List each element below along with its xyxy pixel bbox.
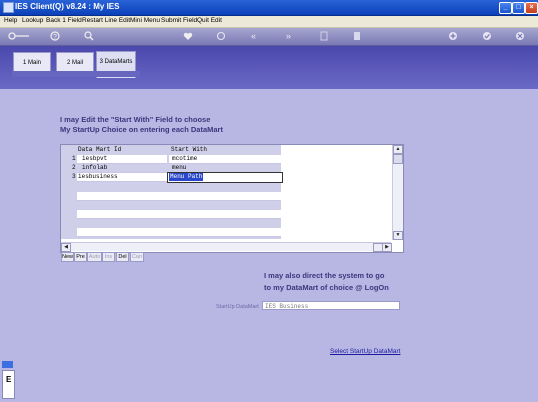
refresh-icon[interactable]	[216, 31, 226, 41]
table-row[interactable]: iesbpvt	[77, 155, 167, 164]
empty-row[interactable]	[77, 228, 281, 237]
menu-quit-edit[interactable]: Quit Edit	[197, 17, 222, 24]
empty-row[interactable]	[77, 192, 281, 201]
scroll-right-icon[interactable]: ▶	[382, 243, 392, 252]
key-icon[interactable]	[8, 32, 30, 40]
column-header-start-with: Start With	[171, 146, 208, 153]
menu-mini-menu[interactable]: Mini Menu	[130, 17, 160, 24]
clipboard-icon[interactable]	[353, 31, 361, 41]
info-text-line-2: My StartUp Choice on entering each DataM…	[60, 125, 223, 134]
menu-help[interactable]: Help	[4, 17, 17, 24]
close-window-button[interactable]: ×	[525, 2, 538, 14]
startup-datamart-label: StartUp DataMart	[216, 304, 259, 310]
cancel-button[interactable]: Can	[130, 252, 144, 262]
menu-lookup[interactable]: Lookup	[22, 17, 43, 24]
empty-row[interactable]	[77, 210, 281, 219]
side-panel-label: E	[6, 375, 12, 384]
cell-start-with: mcotime	[172, 155, 198, 162]
cell-datamart-id: infolab	[82, 164, 108, 171]
svg-text:?: ?	[53, 34, 57, 41]
maximize-button[interactable]: □	[512, 2, 525, 14]
table-row[interactable]: iesbusiness	[77, 173, 167, 182]
menu-back-1-field[interactable]: Back 1 Field	[46, 17, 82, 24]
delete-button[interactable]: Del	[116, 252, 129, 262]
menu-bar: Help Lookup Back 1 Field Restart Line Ed…	[0, 16, 538, 28]
side-tab[interactable]	[2, 361, 13, 368]
fast-forward-icon[interactable]: »	[286, 31, 291, 41]
datamart-grid: Data Mart Id Start With 1 iesbpvt mcotim…	[60, 144, 404, 253]
check-icon[interactable]	[482, 31, 492, 41]
startup-datamart-field[interactable]: IES Business	[262, 301, 400, 310]
start-with-edit-field[interactable]: Menu Path	[167, 172, 283, 183]
insert-button[interactable]: Ins	[102, 252, 115, 262]
cell-start-with-box[interactable]: mcotime	[169, 155, 281, 164]
cell-datamart-id: iesbpvt	[82, 155, 108, 162]
scroll-up-icon[interactable]: ▲	[393, 145, 403, 154]
direct-text-line-1: I may also direct the system to go	[264, 271, 385, 280]
window-title: IES Client(Q) v8.24 : My IES	[15, 2, 120, 11]
search-icon[interactable]	[84, 31, 94, 41]
vertical-scrollbar[interactable]: ▲ ▼	[392, 145, 403, 240]
cell-start-with-selected: Menu Path	[169, 173, 204, 181]
cell-start-with: menu	[172, 164, 187, 171]
side-panel[interactable]: E	[2, 370, 15, 399]
document-icon[interactable]	[320, 31, 328, 41]
plus-icon[interactable]	[448, 31, 458, 41]
cell-datamart-id: iesbusiness	[78, 173, 118, 180]
scroll-thumb[interactable]	[393, 154, 403, 164]
previous-button[interactable]: Pre	[74, 252, 87, 262]
app-icon	[3, 2, 14, 13]
select-startup-datamart-link[interactable]: Select StartUp DataMart	[330, 348, 400, 355]
direct-text-line-2: to my DataMart of choice @ LogOn	[264, 283, 389, 292]
help-icon[interactable]: ?	[50, 31, 60, 41]
horizontal-scrollbar[interactable]: ◀ ▶	[61, 242, 392, 252]
rewind-icon[interactable]: «	[251, 31, 256, 41]
tab-underline	[12, 71, 140, 77]
scroll-left-icon[interactable]: ◀	[61, 243, 71, 252]
info-text-line-1: I may Edit the "Start With" Field to cho…	[60, 115, 211, 124]
toolbar: ? « »	[0, 28, 538, 46]
menu-submit-field[interactable]: Submit Field	[161, 17, 197, 24]
close-icon[interactable]	[515, 31, 525, 41]
new-button[interactable]: New	[61, 252, 74, 262]
menu-restart-line-edit[interactable]: Restart Line Edit	[82, 17, 130, 24]
column-header-datamart-id: Data Mart Id	[78, 146, 122, 153]
tab-bar: 1 Main 2 Mail 3 DataMarts	[0, 46, 538, 89]
window-title-bar: IES Client(Q) v8.24 : My IES _ □ ×	[0, 0, 538, 16]
heart-icon[interactable]	[183, 32, 193, 41]
auto-button[interactable]: Auto	[87, 252, 102, 262]
scroll-down-icon[interactable]: ▼	[393, 231, 403, 240]
table-row[interactable]: infolab	[77, 164, 167, 173]
minimize-button[interactable]: _	[499, 2, 512, 14]
